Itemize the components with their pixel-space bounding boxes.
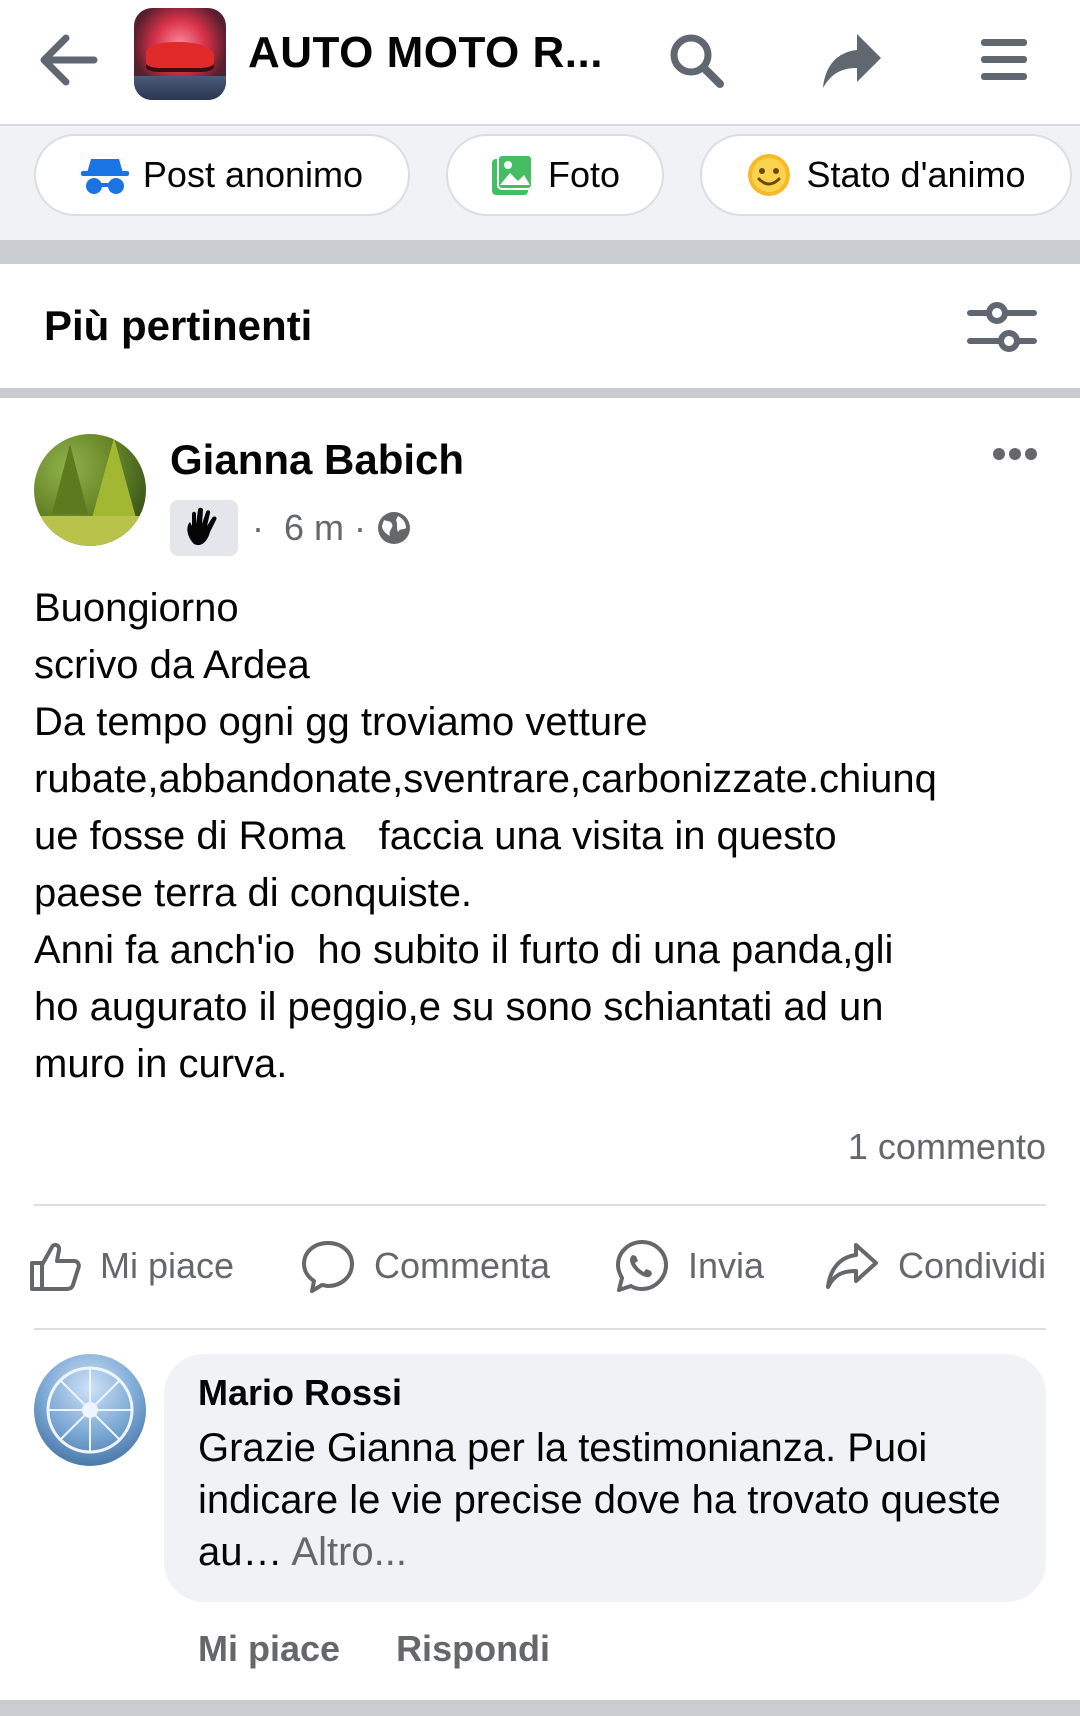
send-label: Invia [688,1245,765,1286]
comment-bubble: Mario Rossi Grazie Gianna per la testimo… [164,1354,1046,1602]
comment-author[interactable]: Mario Rossi [198,1372,402,1414]
comment-actions: Mi piace Rispondi [198,1628,606,1670]
divider [34,1328,1046,1330]
comment-text: Grazie Gianna per la testimonianza. Puoi… [198,1422,1028,1578]
sliders-icon [967,302,1037,352]
mood-button[interactable]: Stato d'animo [700,134,1072,216]
post-line: Buongiorno [34,586,239,630]
comment-reply-button[interactable]: Rispondi [396,1628,550,1670]
share-icon [823,34,881,88]
post-meta: · 6 m · [170,500,412,556]
like-button[interactable]: Mi piace [28,1224,234,1308]
smiley-icon [748,154,791,196]
post-line: muro in curva. [34,1042,288,1086]
search-button[interactable] [658,22,734,98]
share-label: Condividi [898,1245,1047,1286]
menu-button[interactable] [966,22,1042,98]
section-divider [0,240,1080,264]
search-icon [670,34,724,88]
post-line: scrivo da Ardea [34,643,310,687]
share-button[interactable] [814,22,890,98]
meta-separator: · [252,507,264,548]
sort-row: Più pertinenti [0,264,1080,388]
share-post-button[interactable]: Condividi [824,1224,1046,1308]
comment-bubble-icon [302,1241,354,1293]
post-actions: Mi piace Commenta Invia Condividi [0,1206,1080,1326]
back-arrow-icon [40,34,98,86]
meta-separator: · [354,507,367,548]
menu-icon [981,39,1027,80]
anonymous-post-button[interactable]: Post anonimo [34,134,410,216]
post-line: ue fosse di Roma faccia una visita in qu… [34,814,837,858]
filter-button[interactable] [962,292,1042,362]
thumbs-up-icon [30,1242,81,1291]
globe-icon [378,512,411,544]
post-time[interactable]: 6 m [284,507,344,549]
commenter-avatar[interactable] [34,1354,146,1466]
ferris-wheel-icon [46,1366,134,1454]
more-horizontal-icon [993,448,1037,460]
composer-bar: Post anonimo Foto Stato d'animo [0,126,1080,240]
post-line: Anni fa anch'io ho subito il furto di un… [34,928,894,972]
share-arrow-icon [826,1243,878,1289]
post-body: Buongiorno scrivo da Ardea Da tempo ogni… [34,580,1054,1093]
photo-label: Foto [547,154,621,195]
whatsapp-icon [616,1240,668,1292]
group-thumbnail[interactable] [134,8,226,100]
waving-hand-icon [187,507,217,546]
photo-icon [491,154,533,195]
sort-label[interactable]: Più pertinenti [44,302,312,350]
group-title[interactable]: AUTO MOTO R... [248,28,603,78]
incognito-icon [80,159,129,194]
post-line: rubate,abbandonate,sventrare,carbonizzat… [34,757,937,801]
comment-count[interactable]: 1 commento [848,1126,1046,1168]
anonymous-post-label: Post anonimo [142,154,364,195]
section-divider [0,388,1080,398]
top-bar: AUTO MOTO R... [0,0,1080,126]
author-avatar[interactable] [34,434,146,546]
post-author[interactable]: Gianna Babich [170,436,464,484]
comment-label: Commenta [374,1245,551,1286]
section-divider [0,1700,1080,1716]
like-label: Mi piace [100,1245,235,1286]
send-button[interactable]: Invia [614,1224,764,1308]
photo-button[interactable]: Foto [446,134,664,216]
more-options-button[interactable] [980,434,1050,474]
comment-button[interactable]: Commenta [300,1224,550,1308]
post-line: Da tempo ogni gg troviamo vetture [34,700,648,744]
see-more-link[interactable]: Altro... [283,1530,407,1574]
post-card: Gianna Babich · 6 m · Buongiorno scrivo … [0,398,1080,1698]
mood-label: Stato d'animo [806,154,1026,195]
comment-like-button[interactable]: Mi piace [198,1628,340,1670]
back-button[interactable] [30,22,106,98]
post-line: ho augurato il peggio,e su sono schianta… [34,985,884,1029]
member-badge[interactable] [170,500,238,556]
post-line: paese terra di conquiste. [34,871,473,915]
